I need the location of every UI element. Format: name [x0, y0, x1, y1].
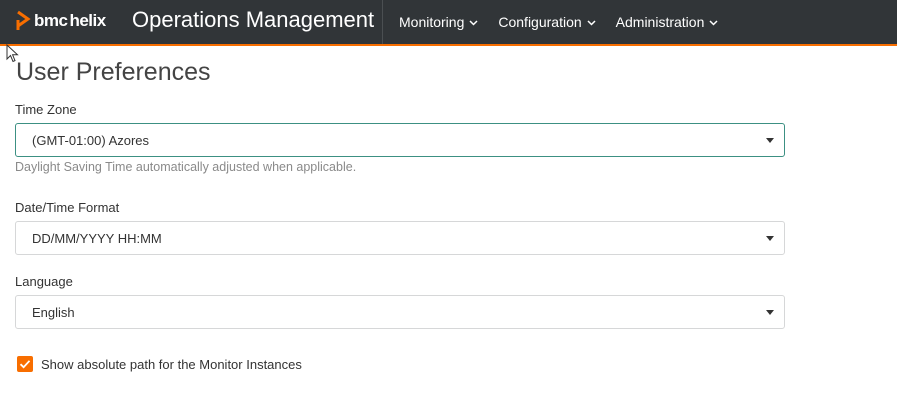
datetime-format-label: Date/Time Format [15, 200, 120, 215]
brand-helix-text: helix [69, 11, 106, 30]
time-zone-label: Time Zone [15, 102, 77, 117]
page-title: User Preferences [16, 58, 211, 86]
nav-configuration[interactable]: Configuration [498, 0, 596, 44]
caret-down-icon [766, 236, 774, 241]
brand-logo[interactable]: bmc helix [34, 11, 106, 31]
time-zone-hint: Daylight Saving Time automatically adjus… [15, 160, 357, 174]
nav-configuration-label: Configuration [498, 14, 582, 30]
absolute-path-label: Show absolute path for the Monitor Insta… [41, 357, 302, 372]
nav-monitoring-label: Monitoring [399, 14, 465, 30]
checkmark-icon [19, 360, 31, 369]
main-nav: Monitoring Configuration Administration [399, 0, 738, 44]
nav-administration[interactable]: Administration [616, 0, 719, 44]
language-label: Language [15, 274, 73, 289]
chevron-down-icon [469, 19, 478, 26]
caret-down-icon [766, 310, 774, 315]
chevron-down-icon [587, 19, 596, 26]
datetime-format-value: DD/MM/YYYY HH:MM [32, 231, 162, 246]
nav-monitoring[interactable]: Monitoring [399, 0, 478, 44]
time-zone-select[interactable]: (GMT-01:00) Azores [15, 123, 785, 157]
time-zone-value: (GMT-01:00) Azores [32, 133, 150, 148]
app-title: Operations Management [132, 7, 375, 32]
absolute-path-checkbox[interactable] [17, 356, 33, 372]
bmc-logo-icon [16, 10, 31, 30]
brand-area: bmc helix Operations Management [0, 0, 383, 44]
brand-bmc-text: bmc [34, 11, 68, 30]
language-select[interactable]: English [15, 295, 785, 329]
datetime-format-select[interactable]: DD/MM/YYYY HH:MM [15, 221, 785, 255]
chevron-down-icon [709, 19, 718, 26]
language-value: English [32, 305, 75, 320]
top-navigation-bar: bmc helix Operations Management Monitorin… [0, 0, 897, 46]
caret-down-icon [766, 138, 774, 143]
nav-administration-label: Administration [615, 14, 705, 30]
